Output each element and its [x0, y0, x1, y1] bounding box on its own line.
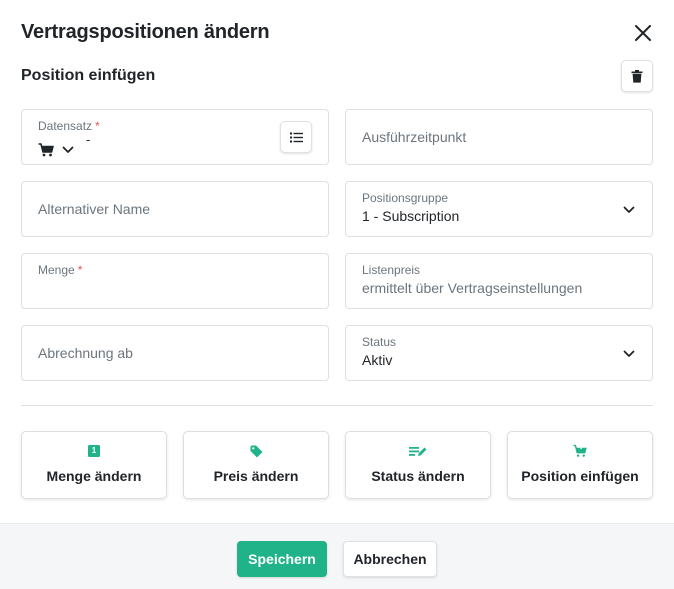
alternativer-name-placeholder: Alternativer Name	[38, 201, 151, 217]
datensatz-label: Datensatz *	[38, 119, 100, 133]
trash-icon	[631, 69, 643, 83]
divider	[21, 405, 653, 406]
status-aendern-button[interactable]: Status ändern	[345, 431, 491, 499]
save-button[interactable]: Speichern	[237, 541, 327, 577]
menge-label: Menge *	[38, 263, 82, 277]
status-aendern-label: Status ändern	[371, 468, 465, 484]
menge-aendern-label: Menge ändern	[46, 468, 142, 484]
datensatz-label-text: Datensatz	[38, 119, 93, 133]
listenpreis-label: Listenpreis	[362, 263, 421, 277]
chevron-down-icon	[623, 350, 635, 357]
ausfuehrzeitpunkt-field[interactable]: Ausführzeitpunkt	[345, 109, 653, 165]
price-tag-icon	[249, 444, 263, 458]
close-button[interactable]	[630, 21, 656, 45]
preis-aendern-label: Preis ändern	[213, 468, 299, 484]
status-select[interactable]: Status Aktiv	[345, 325, 653, 381]
datensatz-type-select[interactable]	[38, 143, 74, 157]
cart-icon	[38, 143, 54, 157]
edit-status-icon	[409, 444, 427, 458]
abrechnung-ab-field[interactable]: Abrechnung ab	[21, 325, 329, 381]
cancel-button[interactable]: Abbrechen	[343, 541, 437, 577]
dialog-title: Vertragspositionen ändern	[21, 21, 270, 43]
positionsgruppe-label: Positionsgruppe	[362, 191, 449, 205]
menge-label-text: Menge	[38, 263, 75, 277]
menge-field[interactable]: Menge *	[21, 253, 329, 309]
required-mark: *	[95, 119, 100, 133]
listenpreis-value: ermittelt über Vertragseinstellungen	[362, 280, 583, 296]
list-icon	[289, 132, 303, 142]
ausfuehrzeitpunkt-placeholder: Ausführzeitpunkt	[362, 129, 467, 145]
positionsgruppe-value: 1 - Subscription	[362, 208, 460, 224]
close-icon	[635, 25, 651, 41]
chevron-down-icon	[62, 146, 74, 153]
alternativer-name-field[interactable]: Alternativer Name	[21, 181, 329, 237]
dialog-footer: Speichern Abbrechen	[0, 523, 674, 589]
abrechnung-ab-placeholder: Abrechnung ab	[38, 345, 133, 361]
section-title: Position einfügen	[21, 67, 156, 84]
menge-aendern-button[interactable]: 1 Menge ändern	[21, 431, 167, 499]
position-einfuegen-label: Position einfügen	[521, 468, 639, 484]
datensatz-list-button[interactable]	[280, 121, 312, 153]
status-value: Aktiv	[362, 352, 393, 368]
datensatz-field[interactable]: Datensatz * -	[21, 109, 329, 165]
listenpreis-field[interactable]: Listenpreis ermittelt über Vertragseinst…	[345, 253, 653, 309]
chevron-down-icon	[623, 206, 635, 213]
number-badge: 1	[91, 446, 97, 455]
number-one-box-icon: 1	[87, 444, 101, 458]
edit-contract-positions-dialog: Vertragspositionen ändern Position einfü…	[0, 0, 674, 589]
required-mark: *	[77, 263, 83, 277]
cart-plus-icon	[573, 444, 587, 458]
status-label: Status	[362, 335, 397, 349]
delete-button[interactable]	[621, 60, 653, 92]
positionsgruppe-select[interactable]: Positionsgruppe 1 - Subscription	[345, 181, 653, 237]
position-einfuegen-button[interactable]: Position einfügen	[507, 431, 653, 499]
preis-aendern-button[interactable]: Preis ändern	[183, 431, 329, 499]
datensatz-value: -	[86, 132, 91, 147]
